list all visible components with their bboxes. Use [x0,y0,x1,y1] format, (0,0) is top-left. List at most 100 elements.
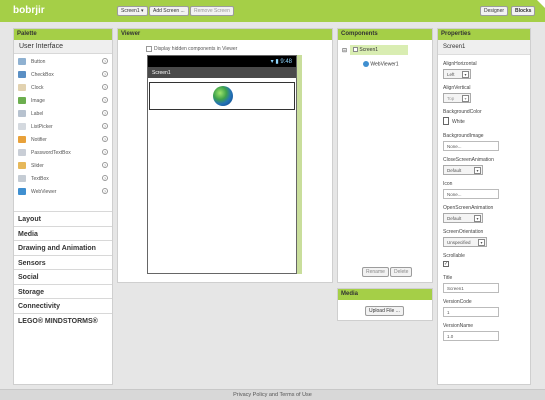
label-icon [18,110,26,117]
palette-item[interactable]: Label? [14,107,112,120]
remove-screen-button[interactable]: Remove Screen [190,6,234,16]
wifi-icon: ▾ [270,59,274,65]
palette-item[interactable]: PasswordTextBox? [14,146,112,159]
tree-item-label: Screen1 [359,47,379,53]
properties-panel: Properties Screen1 AlignHorizontal Left … [437,28,531,385]
version-code-label: VersionCode [443,299,472,305]
help-icon[interactable]: ? [102,149,108,155]
help-icon[interactable]: ? [102,136,108,142]
palette-item[interactable]: Clock? [14,81,112,94]
align-vertical-label: AlignVertical [443,85,471,91]
designer-button[interactable]: Designer [480,6,509,16]
open-animation-select[interactable]: Default ▾ [443,213,483,223]
media-panel: Media Upload File ... [337,288,433,321]
palette-item-label: ListPicker [31,124,53,130]
help-icon[interactable]: ? [102,97,108,103]
palette-category[interactable]: Layout [14,211,112,225]
palette-item-label: CheckBox [31,72,54,78]
privacy-link[interactable]: Privacy Policy and Terms of Use [233,392,312,398]
version-code-field[interactable]: 1 [443,307,499,317]
tree-item-screen1[interactable]: Screen1 [350,45,408,55]
palette-item-label: WebViewer [31,189,57,195]
palette-item-label: Button [31,59,46,65]
palette-item[interactable]: WebViewer? [14,185,112,198]
hidden-components-checkbox[interactable] [146,46,152,52]
palette-item-label: Clock [31,85,44,91]
palette-item[interactable]: ListPicker? [14,120,112,133]
close-animation-select[interactable]: Default ▾ [443,165,483,175]
footer: Privacy Policy and Terms of Use [0,389,545,400]
close-animation-label: CloseScreenAnimation [443,157,494,163]
help-icon[interactable]: ? [102,175,108,181]
palette-item[interactable]: TextBox? [14,172,112,185]
align-vertical-select[interactable]: Top ▾ [443,93,471,103]
help-icon[interactable]: ? [102,71,108,77]
palette-category[interactable]: Drawing and Animation [14,240,112,254]
palette-category[interactable]: LEGO® MINDSTORMS® [14,312,112,327]
help-icon[interactable]: ? [102,58,108,64]
screen-orientation-value: Unspecified [447,240,471,245]
add-screen-button[interactable]: Add Screen ... [149,6,189,16]
webviewer-icon [18,188,26,195]
background-image-field[interactable]: None... [443,141,499,151]
user-interface-header[interactable]: User Interface [14,40,112,54]
viewer-title: Viewer [118,29,332,40]
help-icon[interactable]: ? [102,123,108,129]
title-label: Title [443,275,453,281]
palette-title: Palette [14,29,112,40]
webviewer-component[interactable] [149,82,295,110]
icon-field[interactable]: None... [443,189,499,199]
palette-category[interactable]: Storage [14,283,112,298]
properties-title: Properties [438,29,530,40]
palette-item[interactable]: Slider? [14,159,112,172]
color-swatch[interactable] [443,117,449,125]
listpicker-icon [18,123,26,130]
tree-collapse-icon[interactable]: ⊟ [342,47,347,54]
phone-status-bar: ▾ ▮ 9:48 [148,56,296,67]
background-color-value[interactable]: White [452,119,465,125]
palette-category[interactable]: Connectivity [14,298,112,312]
palette-category[interactable]: Social [14,269,112,283]
blocks-button[interactable]: Blocks [511,6,536,16]
globe-icon [213,86,233,106]
screen-orientation-label: ScreenOrientation [443,229,484,235]
palette-item[interactable]: Notifier? [14,133,112,146]
palette-item[interactable]: Image? [14,94,112,107]
scrollable-checkbox[interactable]: ✓ [443,261,449,267]
button-icon [18,58,26,65]
align-horizontal-select[interactable]: Left ▾ [443,69,471,79]
palette-item[interactable]: CheckBox? [14,68,112,81]
open-animation-label: OpenScreenAnimation [443,205,494,211]
chevron-down-icon: ▾ [474,167,481,174]
delete-button[interactable]: Delete [390,267,413,277]
palette-item[interactable]: Button? [14,55,112,68]
slider-icon [18,162,26,169]
palette-category[interactable]: Sensors [14,254,112,269]
rename-button[interactable]: Rename [362,267,389,277]
help-icon[interactable]: ? [102,188,108,194]
version-name-field[interactable]: 1.0 [443,331,499,341]
tree-item-label: WebViewer1 [370,61,399,68]
upload-file-button[interactable]: Upload File ... [365,306,404,316]
close-animation-value: Default [447,168,462,173]
palette-category[interactable]: Media [14,225,112,240]
phone-preview: ▾ ▮ 9:48 Screen1 [147,55,297,274]
phone-side-strip [297,55,302,274]
help-icon[interactable]: ? [102,110,108,116]
media-title: Media [338,289,432,300]
title-field[interactable]: Screen1 [443,283,499,293]
chevron-down-icon: ▾ [474,215,481,222]
help-icon[interactable]: ? [102,162,108,168]
notifier-icon [18,136,26,143]
align-horizontal-value: Left [447,72,455,77]
palette-item-label: Image [31,98,45,104]
align-vertical-value: Top [447,96,455,101]
textbox-icon [18,175,26,182]
palette-item-label: Notifier [31,137,47,143]
screen-orientation-select[interactable]: Unspecified ▾ [443,237,487,247]
help-icon[interactable]: ? [102,84,108,90]
screen-select-button[interactable]: Screen1 ▾ [117,6,148,16]
selected-component-name: Screen1 [438,40,530,55]
tree-item-webviewer1[interactable]: WebViewer1 [361,60,401,68]
status-time: 9:48 [280,59,292,65]
